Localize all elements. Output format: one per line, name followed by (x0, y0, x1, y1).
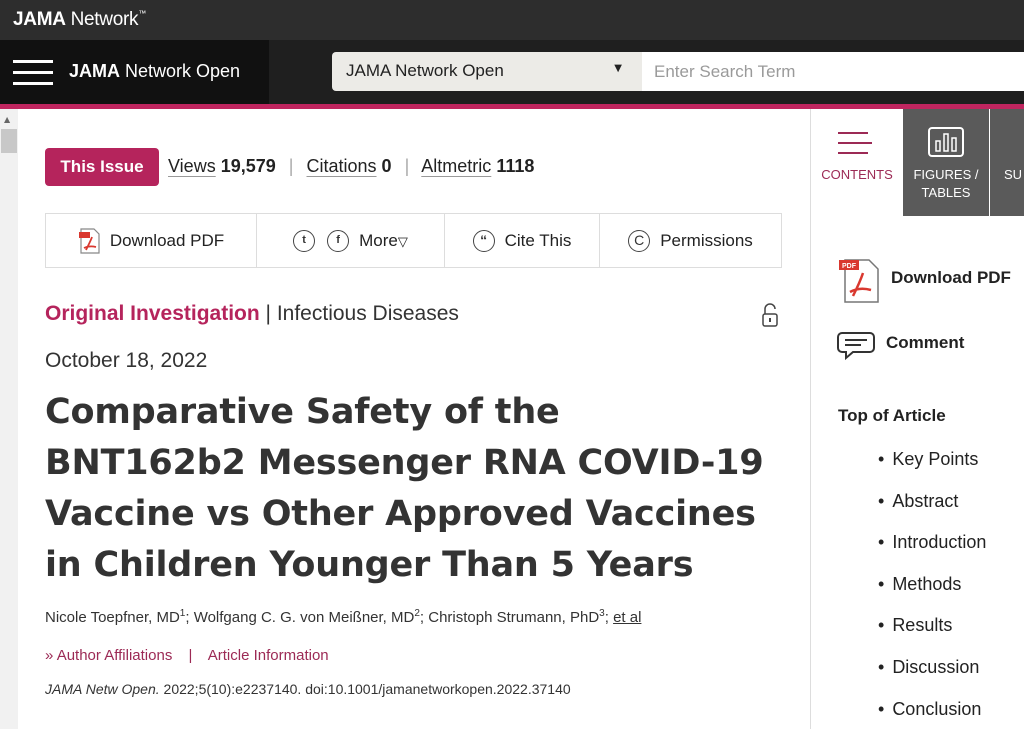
share-more-group: t f More▽ (257, 214, 445, 267)
article-title: Comparative Safety of the BNT162b2 Messe… (45, 392, 764, 585)
tab-contents-label: CONTENTS (821, 167, 893, 182)
copyright-icon: C (628, 229, 651, 252)
article-category: Original Investigation | Infectious Dise… (45, 302, 459, 325)
comment-label: Comment (886, 333, 965, 352)
twitter-icon[interactable]: t (293, 229, 316, 252)
author-info-links: » Author Affiliations | Article Informat… (45, 647, 329, 664)
citation-line: JAMA Netw Open. 2022;5(10):e2237140. doi… (45, 681, 571, 697)
scrollbar[interactable]: ▲ (0, 109, 18, 729)
comment-icon (837, 332, 875, 361)
toc-item-conclusion[interactable]: Conclusion (878, 699, 986, 729)
author-link[interactable]: Christoph Strumann, PhD (428, 609, 599, 626)
menu-icon[interactable] (13, 60, 53, 86)
altmetric-score: 1118 (496, 156, 535, 176)
journal-name[interactable]: JAMA Network Open (69, 61, 240, 82)
this-issue-button[interactable]: This Issue (45, 148, 159, 186)
tab-supplemental-label: SU (1004, 167, 1023, 182)
pdf-icon: PDF (839, 259, 879, 303)
expand-affiliations-icon: » (45, 647, 54, 664)
search-scope-select[interactable]: JAMA Network Open ▼ (332, 52, 642, 91)
sidebar-download-pdf-label: Download PDF (891, 268, 1011, 287)
list-icon (838, 132, 872, 154)
citations-link[interactable]: Citations (307, 156, 377, 176)
cite-this-button[interactable]: “ Cite This (445, 214, 600, 267)
bar-chart-icon (928, 127, 964, 157)
toc-item-key-points[interactable]: Key Points (878, 449, 986, 491)
open-access-lock-icon (762, 303, 778, 327)
article-toolbar: Download PDF t f More▽ “ Cite This C Per… (45, 213, 782, 268)
article-information-link[interactable]: Article Information (208, 647, 329, 664)
tab-figures-tables[interactable]: FIGURES / TABLES (903, 109, 989, 216)
author-link[interactable]: Wolfgang C. G. von Meißner, MD (194, 609, 415, 626)
article-subject-link[interactable]: Infectious Diseases (277, 302, 459, 325)
author-list: Nicole Toepfner, MD1; Wolfgang C. G. von… (45, 608, 642, 626)
search-input[interactable] (642, 52, 1024, 91)
facebook-icon[interactable]: f (327, 229, 350, 252)
publication-date: October 18, 2022 (45, 349, 208, 372)
sidebar-tabs: CONTENTS FIGURES / TABLES SU (811, 109, 1024, 216)
author-link[interactable]: Nicole Toepfner, MD (45, 609, 180, 626)
tab-figures-label: FIGURES / TABLES (913, 167, 979, 200)
chevron-down-icon: ▽ (397, 233, 408, 249)
tab-supplemental[interactable]: SU (990, 109, 1024, 216)
permissions-label: Permissions (660, 230, 753, 250)
more-button[interactable]: More▽ (359, 231, 408, 251)
views-count: 19,579 (220, 156, 276, 176)
cite-this-label: Cite This (504, 230, 572, 250)
download-pdf-button[interactable]: Download PDF (46, 214, 257, 267)
table-of-contents: Key Points Abstract Introduction Methods… (878, 449, 986, 729)
toc-item-abstract[interactable]: Abstract (878, 491, 986, 533)
download-pdf-label: Download PDF (109, 230, 225, 250)
article-metrics: Views 19,579 | Citations 0 | Altmetric 1… (168, 156, 535, 176)
scroll-up-arrow-icon[interactable]: ▲ (4, 115, 10, 124)
permissions-button[interactable]: C Permissions (600, 214, 781, 267)
toc-item-results[interactable]: Results (878, 615, 986, 657)
tab-contents[interactable]: CONTENTS (811, 109, 903, 216)
toc-item-introduction[interactable]: Introduction (878, 532, 986, 574)
toc-item-methods[interactable]: Methods (878, 574, 986, 616)
search-scope-value: JAMA Network Open (346, 61, 504, 80)
quote-icon: “ (472, 229, 495, 252)
journal-brand-area: JAMA Network Open (0, 40, 269, 104)
scrollbar-thumb[interactable] (1, 129, 17, 153)
toc-item-discussion[interactable]: Discussion (878, 657, 986, 699)
pdf-icon (78, 227, 100, 254)
article-type-link[interactable]: Original Investigation (45, 302, 260, 325)
author-affiliations-link[interactable]: Author Affiliations (57, 647, 173, 664)
svg-text:PDF: PDF (842, 263, 857, 270)
jama-network-logo[interactable]: JAMA Network™ (13, 9, 146, 31)
article-main: This Issue Views 19,579 | Citations 0 | … (18, 109, 810, 729)
top-of-article-link[interactable]: Top of Article (838, 406, 946, 426)
journal-header: JAMA Network Open JAMA Network Open ▼ (0, 40, 1024, 104)
dropdown-caret-icon: ▼ (614, 63, 622, 74)
network-bar: JAMA Network™ (0, 0, 1024, 40)
et-al-link[interactable]: et al (613, 609, 641, 626)
altmetric-link[interactable]: Altmetric (421, 156, 491, 176)
views-link[interactable]: Views (168, 156, 216, 176)
citations-count: 0 (381, 156, 392, 176)
